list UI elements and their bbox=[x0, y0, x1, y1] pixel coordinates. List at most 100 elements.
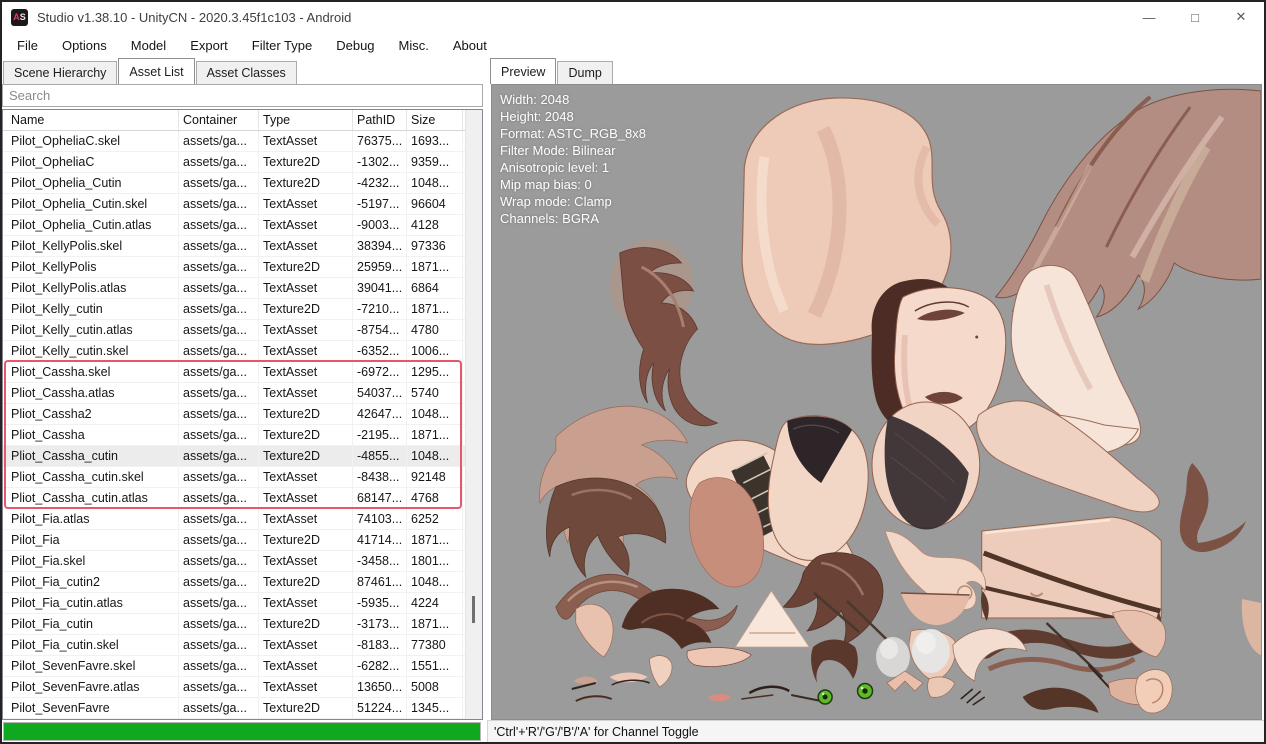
tab-dump[interactable]: Dump bbox=[557, 61, 612, 84]
texture-info-line: Anisotropic level: 1 bbox=[500, 159, 646, 176]
menu-export[interactable]: Export bbox=[178, 34, 240, 57]
menu-options[interactable]: Options bbox=[50, 34, 119, 57]
menu-model[interactable]: Model bbox=[119, 34, 178, 57]
column-header-container[interactable]: Container bbox=[179, 110, 259, 130]
cell-size: 92148 bbox=[407, 467, 463, 487]
cell-size: 1871... bbox=[407, 425, 463, 445]
table-row[interactable]: Pilot_KellyPolis.atlasassets/ga...TextAs… bbox=[3, 278, 482, 299]
cell-type: TextAsset bbox=[259, 677, 353, 697]
table-row[interactable]: Pilot_Fia_cutinassets/ga...Texture2D-317… bbox=[3, 614, 482, 635]
cell-type: TextAsset bbox=[259, 488, 353, 508]
close-button[interactable]: ✕ bbox=[1218, 2, 1264, 32]
table-row[interactable]: Pilot_OpheliaC.skelassets/ga...TextAsset… bbox=[3, 131, 482, 152]
column-header-size[interactable]: Size bbox=[407, 110, 463, 130]
cell-size: 1871... bbox=[407, 299, 463, 319]
cell-size: 5740 bbox=[407, 383, 463, 403]
menu-file[interactable]: File bbox=[5, 34, 50, 57]
table-row[interactable]: Pilot_SevenFavre.atlasassets/ga...TextAs… bbox=[3, 677, 482, 698]
cell-path_id: 25959... bbox=[353, 257, 407, 277]
cell-size: 97336 bbox=[407, 236, 463, 256]
table-row[interactable]: Pilot_Ophelia_Cutin.skelassets/ga...Text… bbox=[3, 194, 482, 215]
cell-path_id: -8754... bbox=[353, 320, 407, 340]
cell-type: Texture2D bbox=[259, 152, 353, 172]
cell-container: assets/ga... bbox=[179, 173, 259, 193]
table-row[interactable]: Pilot_SevenFavreassets/ga...Texture2D512… bbox=[3, 698, 482, 719]
table-scrollbar[interactable] bbox=[465, 110, 482, 719]
texture-info-line: Wrap mode: Clamp bbox=[500, 193, 646, 210]
column-header-pathid[interactable]: PathID bbox=[353, 110, 407, 130]
table-row[interactable]: Pliot_Cassha.atlasassets/ga...TextAsset5… bbox=[3, 383, 482, 404]
table-row[interactable]: Pilot_Kelly_cutinassets/ga...Texture2D-7… bbox=[3, 299, 482, 320]
table-row[interactable]: Pilot_Kelly_cutin.atlasassets/ga...TextA… bbox=[3, 320, 482, 341]
menu-debug[interactable]: Debug bbox=[324, 34, 386, 57]
table-row[interactable]: Pilot_Fia.atlasassets/ga...TextAsset7410… bbox=[3, 509, 482, 530]
table-row[interactable]: Pilot_Ophelia_Cutin.atlasassets/ga...Tex… bbox=[3, 215, 482, 236]
cell-container: assets/ga... bbox=[179, 509, 259, 529]
table-row[interactable]: Pilot_Fiaassets/ga...Texture2D41714...18… bbox=[3, 530, 482, 551]
maximize-button[interactable]: □ bbox=[1172, 2, 1218, 32]
cell-name: Pilot_SevenFavre.skel bbox=[3, 656, 179, 676]
progress-bar-fill bbox=[4, 723, 480, 740]
table-row[interactable]: Pilot_Kelly_cutin.skelassets/ga...TextAs… bbox=[3, 341, 482, 362]
table-row[interactable]: Pilot_Fia_cutin2assets/ga...Texture2D874… bbox=[3, 572, 482, 593]
menu-bar: FileOptionsModelExportFilter TypeDebugMi… bbox=[2, 32, 1264, 58]
cell-name: Pilot_Kelly_cutin bbox=[3, 299, 179, 319]
table-row[interactable]: Pliot_Cassha_cutinassets/ga...Texture2D-… bbox=[3, 446, 482, 467]
cell-path_id: -8183... bbox=[353, 635, 407, 655]
table-row[interactable]: Pilot_SevenFavre.skelassets/ga...TextAss… bbox=[3, 656, 482, 677]
texture-info-overlay: Width: 2048Height: 2048Format: ASTC_RGB_… bbox=[500, 91, 646, 227]
table-row[interactable]: Pliot_Casshaassets/ga...Texture2D-2195..… bbox=[3, 425, 482, 446]
tab-asset-classes[interactable]: Asset Classes bbox=[196, 61, 297, 84]
cell-type: TextAsset bbox=[259, 362, 353, 382]
table-row[interactable]: Pilot_Fia_cutin.atlasassets/ga...TextAss… bbox=[3, 593, 482, 614]
table-row[interactable]: Pilot_KellyPolisassets/ga...Texture2D259… bbox=[3, 257, 482, 278]
cell-name: Pliot_Cassha_cutin.atlas bbox=[3, 488, 179, 508]
cell-container: assets/ga... bbox=[179, 614, 259, 634]
cell-container: assets/ga... bbox=[179, 446, 259, 466]
menu-about[interactable]: About bbox=[441, 34, 499, 57]
table-row[interactable]: Pilot_Fia_cutin.skelassets/ga...TextAsse… bbox=[3, 635, 482, 656]
table-row[interactable]: Pilot_KellyPolis.skelassets/ga...TextAss… bbox=[3, 236, 482, 257]
app-logo-icon: AS bbox=[11, 9, 28, 26]
minimize-button[interactable]: — bbox=[1126, 2, 1172, 32]
cell-container: assets/ga... bbox=[179, 152, 259, 172]
cell-type: TextAsset bbox=[259, 509, 353, 529]
cell-type: TextAsset bbox=[259, 551, 353, 571]
table-row[interactable]: Pilot_Ophelia_Cutinassets/ga...Texture2D… bbox=[3, 173, 482, 194]
cell-path_id: -6972... bbox=[353, 362, 407, 382]
texture-preview-canvas[interactable]: Width: 2048Height: 2048Format: ASTC_RGB_… bbox=[491, 84, 1262, 720]
tab-asset-list[interactable]: Asset List bbox=[118, 58, 194, 84]
table-scrollbar-thumb[interactable] bbox=[472, 596, 475, 623]
texture-info-line: Width: 2048 bbox=[500, 91, 646, 108]
status-bar: 'Ctrl'+'R'/'G'/'B'/'A' for Channel Toggl… bbox=[487, 720, 1264, 742]
cell-size: 1693... bbox=[407, 131, 463, 151]
table-row[interactable]: Pliot_Cassha_cutin.skelassets/ga...TextA… bbox=[3, 467, 482, 488]
tab-scene-hierarchy[interactable]: Scene Hierarchy bbox=[3, 61, 117, 84]
cell-type: Texture2D bbox=[259, 698, 353, 718]
table-row[interactable]: Pilot_OpheliaCassets/ga...Texture2D-1302… bbox=[3, 152, 482, 173]
cell-path_id: 87461... bbox=[353, 572, 407, 592]
cell-path_id: -3173... bbox=[353, 614, 407, 634]
tab-preview[interactable]: Preview bbox=[490, 58, 556, 84]
cell-type: Texture2D bbox=[259, 614, 353, 634]
asset-list-panel: Scene HierarchyAsset ListAsset Classes N… bbox=[2, 58, 483, 742]
cell-size: 1871... bbox=[407, 614, 463, 634]
column-header-name[interactable]: Name bbox=[3, 110, 179, 130]
table-row[interactable]: Pliot_Cassha_cutin.atlasassets/ga...Text… bbox=[3, 488, 482, 509]
cell-type: TextAsset bbox=[259, 278, 353, 298]
search-input[interactable] bbox=[2, 84, 483, 107]
menu-misc[interactable]: Misc. bbox=[387, 34, 441, 57]
cell-name: Pilot_Fia_cutin bbox=[3, 614, 179, 634]
table-row[interactable]: Pliot_Cassha.skelassets/ga...TextAsset-6… bbox=[3, 362, 482, 383]
table-row[interactable]: Pliot_Cassha2assets/ga...Texture2D42647.… bbox=[3, 404, 482, 425]
cell-path_id: 74103... bbox=[353, 509, 407, 529]
table-row[interactable]: Pilot_Fia.skelassets/ga...TextAsset-3458… bbox=[3, 551, 482, 572]
texture-info-line: Channels: BGRA bbox=[500, 210, 646, 227]
cell-container: assets/ga... bbox=[179, 698, 259, 718]
cell-type: Texture2D bbox=[259, 530, 353, 550]
title-bar[interactable]: AS Studio v1.38.10 - UnityCN - 2020.3.45… bbox=[2, 2, 1264, 32]
cell-type: Texture2D bbox=[259, 173, 353, 193]
column-header-type[interactable]: Type bbox=[259, 110, 353, 130]
cell-size: 1048... bbox=[407, 404, 463, 424]
menu-filter-type[interactable]: Filter Type bbox=[240, 34, 324, 57]
